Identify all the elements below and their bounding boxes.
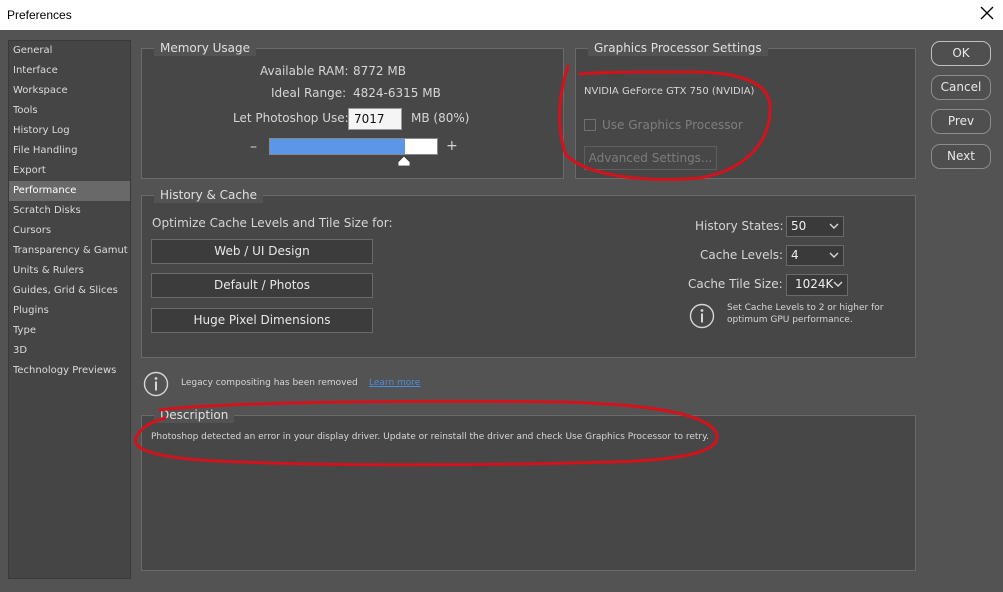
memory-slider-thumb[interactable]	[398, 156, 410, 166]
gpu-tip-line1: Set Cache Levels to 2 or higher for	[727, 303, 884, 313]
memory-decrease-button[interactable]: –	[250, 139, 257, 155]
cancel-button[interactable]: Cancel	[931, 75, 991, 100]
description-text: Photoshop detected an error in your disp…	[151, 432, 710, 442]
gpu-tip-line2: optimum GPU performance.	[727, 315, 853, 325]
history-states-value: 50	[791, 219, 807, 233]
preset-web-ui-button[interactable]: Web / UI Design	[151, 239, 373, 264]
sidebar-item-cursors[interactable]: Cursors	[9, 221, 130, 241]
history-states-select[interactable]: 50	[786, 216, 844, 237]
preferences-sidebar: General Interface Workspace Tools Histor…	[8, 40, 131, 579]
sidebar-item-export[interactable]: Export	[9, 161, 130, 181]
history-cache-group: History & Cache Optimize Cache Levels an…	[141, 187, 916, 358]
memory-use-unit: MB (80%)	[411, 111, 470, 125]
info-icon	[143, 371, 169, 397]
cache-tile-size-select[interactable]: 1024K	[786, 274, 848, 296]
sidebar-item-performance[interactable]: Performance	[9, 181, 130, 201]
memory-slider-track[interactable]	[269, 138, 438, 155]
checkbox-icon[interactable]	[584, 119, 596, 131]
ideal-range-value: 4824-6315 MB	[353, 86, 441, 100]
sidebar-item-scratch-disks[interactable]: Scratch Disks	[9, 201, 130, 221]
description-group: Description Photoshop detected an error …	[141, 407, 916, 571]
sidebar-item-plugins[interactable]: Plugins	[9, 301, 130, 321]
description-title: Description	[154, 407, 235, 423]
sidebar-item-units-rulers[interactable]: Units & Rulers	[9, 261, 130, 281]
memory-use-input[interactable]: 7017	[348, 108, 402, 130]
photoshop-use-label: Let Photoshop Use:	[233, 111, 349, 125]
ideal-range-label: Ideal Range:	[271, 86, 347, 100]
gpu-settings-group: Graphics Processor Settings NVIDIA GeFor…	[575, 40, 916, 179]
sidebar-item-tools[interactable]: Tools	[9, 101, 130, 121]
sidebar-item-file-handling[interactable]: File Handling	[9, 141, 130, 161]
next-button[interactable]: Next	[931, 144, 991, 169]
sidebar-item-workspace[interactable]: Workspace	[9, 81, 130, 101]
cache-levels-label: Cache Levels:	[700, 248, 784, 262]
available-ram-value: 8772 MB	[353, 64, 406, 78]
optimize-label: Optimize Cache Levels and Tile Size for:	[152, 216, 393, 230]
preset-default-photos-button[interactable]: Default / Photos	[151, 273, 373, 298]
chevron-down-icon	[833, 281, 843, 287]
sidebar-item-3d[interactable]: 3D	[9, 341, 130, 361]
preferences-panel: General Interface Workspace Tools Histor…	[0, 30, 1003, 592]
info-icon	[689, 303, 715, 329]
sidebar-item-transparency-gamut[interactable]: Transparency & Gamut	[9, 241, 130, 261]
sidebar-item-general[interactable]: General	[9, 41, 130, 61]
cache-tile-size-label: Cache Tile Size:	[688, 277, 783, 291]
gpu-device-name: NVIDIA GeForce GTX 750 (NVIDIA)	[584, 86, 755, 97]
cache-tile-size-value: 1024K	[795, 277, 834, 291]
cache-levels-value: 4	[791, 248, 799, 262]
history-cache-title: History & Cache	[154, 187, 263, 203]
history-states-label: History States:	[695, 219, 784, 233]
legacy-compositing-message: Legacy compositing has been removed	[181, 378, 358, 388]
memory-increase-button[interactable]: +	[446, 138, 458, 154]
memory-usage-group: Memory Usage Available RAM: 8772 MB Idea…	[141, 40, 564, 179]
sidebar-item-type[interactable]: Type	[9, 321, 130, 341]
chevron-down-icon	[829, 223, 839, 229]
memory-slider-fill	[270, 139, 405, 154]
ok-button[interactable]: OK	[931, 41, 991, 66]
sidebar-item-technology-previews[interactable]: Technology Previews	[9, 361, 130, 381]
preset-huge-pixel-button[interactable]: Huge Pixel Dimensions	[151, 308, 373, 333]
available-ram-label: Available RAM:	[260, 64, 349, 78]
prev-button[interactable]: Prev	[931, 109, 991, 134]
sidebar-item-interface[interactable]: Interface	[9, 61, 130, 81]
cache-levels-select[interactable]: 4	[786, 245, 844, 266]
sidebar-item-history-log[interactable]: History Log	[9, 121, 130, 141]
window-title: Preferences	[7, 8, 72, 22]
chevron-down-icon	[829, 252, 839, 258]
use-gpu-label[interactable]: Use Graphics Processor	[602, 118, 743, 132]
sidebar-item-guides-grid-slices[interactable]: Guides, Grid & Slices	[9, 281, 130, 301]
learn-more-link[interactable]: Learn more	[369, 378, 420, 388]
advanced-settings-button[interactable]: Advanced Settings...	[584, 146, 717, 170]
close-icon[interactable]	[979, 5, 995, 21]
memory-usage-title: Memory Usage	[154, 40, 257, 56]
title-bar: Preferences	[0, 0, 1003, 30]
gpu-settings-title: Graphics Processor Settings	[588, 40, 768, 56]
